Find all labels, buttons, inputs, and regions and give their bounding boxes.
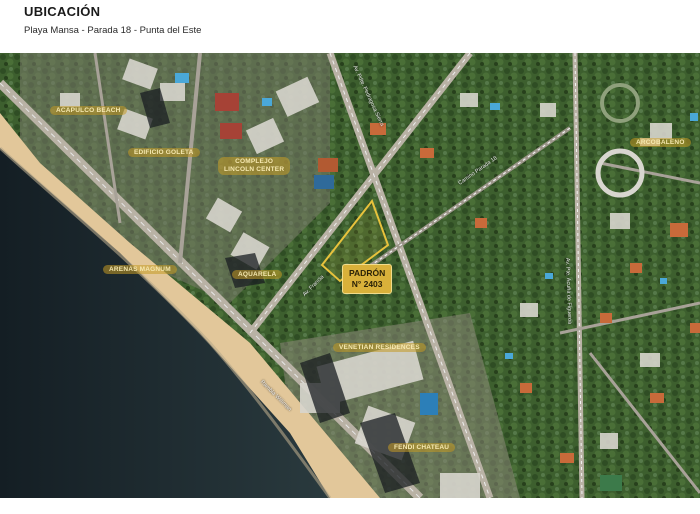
satellite-map: ACAPULCO BEACH EDIFICIO GOLETA COMPLEJO … [0,53,700,498]
label-arcobaleno: ARCOBALENO [630,138,691,147]
label-aquarela: AQUARELA [232,270,283,279]
page-subtitle: Playa Mansa - Parada 18 - Punta del Este [24,25,202,36]
label-acapulco-beach: ACAPULCO BEACH [50,106,127,115]
label-arenas-magnum: ARENAS MAGNUM [103,265,177,274]
padron-title: PADRÓN [349,268,386,278]
label-venetian-residences: VENETIAN RESIDENCES [333,343,426,352]
page-title: UBICACIÓN [24,4,101,19]
label-edificio-goleta: EDIFICIO GOLETA [128,148,200,157]
header: UBICACIÓN Playa Mansa - Parada 18 - Punt… [24,4,201,36]
padron-number: N° 2403 [351,279,383,289]
padron-callout: PADRÓN N° 2403 [342,264,393,294]
label-fendi-chateau: FENDI CHATEAU [388,443,456,452]
label-complejo-lincoln: COMPLEJO LINCOLN CENTER [218,157,291,175]
